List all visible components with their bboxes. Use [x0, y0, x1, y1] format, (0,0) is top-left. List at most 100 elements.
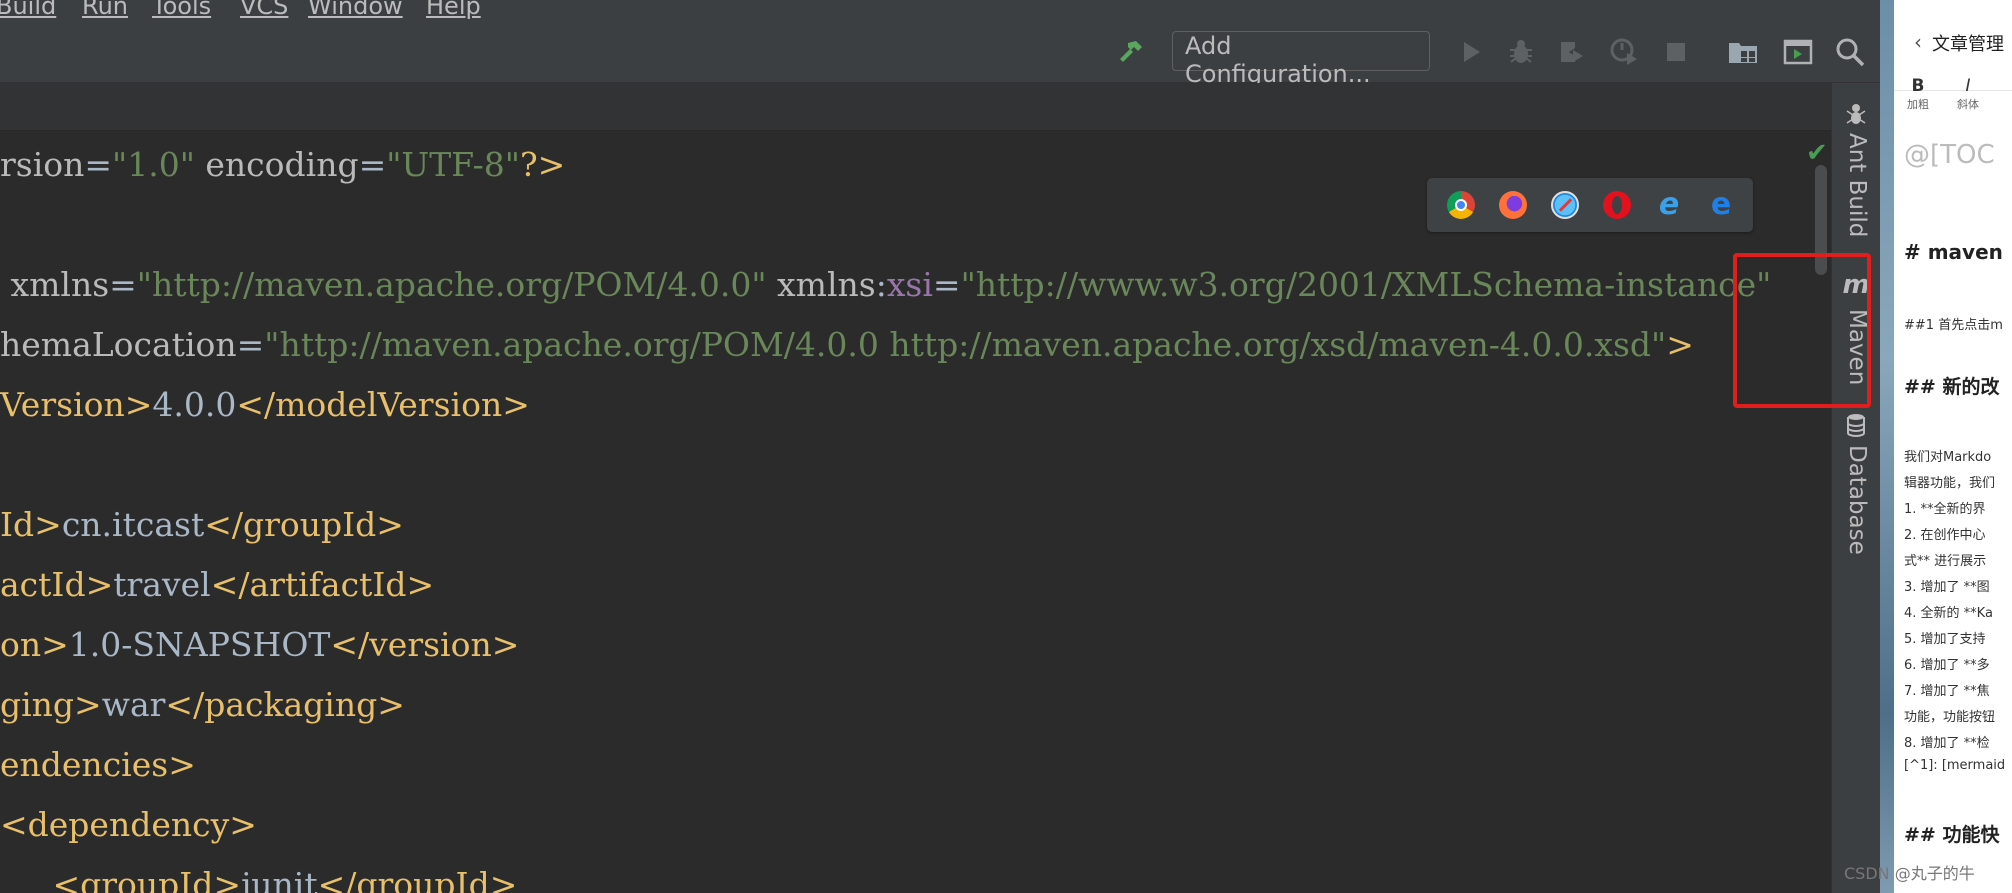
code-line: <groupId>junit</groupId> — [0, 865, 517, 893]
coverage-icon[interactable] — [1555, 36, 1587, 68]
code-token: xmlns — [0, 265, 110, 304]
code-line: xmlns="http://maven.apache.org/POM/4.0.0… — [0, 265, 1771, 305]
safari-icon[interactable] — [1551, 191, 1579, 219]
heading-1: # maven — [1904, 240, 2003, 264]
list-item: 5. 增加了支持 — [1904, 632, 1986, 647]
menu-run[interactable]: Run — [82, 0, 128, 20]
code-token: <groupId> — [0, 865, 242, 893]
code-token: travel — [113, 565, 211, 604]
menu-window[interactable]: Window — [308, 0, 403, 20]
database-icon — [1844, 413, 1868, 437]
list-item: 功能，功能按钮 — [1904, 710, 1996, 725]
search-icon[interactable] — [1834, 36, 1866, 68]
para-1: 我们对Markdo — [1904, 450, 1992, 465]
editor-tab-bar — [0, 83, 1831, 131]
inspection-ok-icon[interactable]: ✔ — [1806, 138, 1828, 168]
code-token: </version> — [330, 625, 520, 664]
code-token: war — [101, 685, 166, 724]
list-item: 4. 全新的 **Ka — [1904, 606, 1993, 621]
code-line: actId>travel</artifactId> — [0, 565, 434, 605]
ant-build-tool-button[interactable]: Ant Build — [1844, 133, 1870, 237]
build-hammer-icon[interactable] — [1115, 36, 1147, 68]
code-token: encoding — [194, 145, 359, 184]
opera-icon[interactable] — [1603, 191, 1631, 219]
list-item: 8. 增加了 **检 — [1904, 736, 1990, 751]
add-configuration-button[interactable]: Add Configuration... — [1172, 31, 1430, 88]
code-token: ging> — [0, 685, 102, 724]
code-line: rsion="1.0" encoding="UTF-8"?> — [0, 145, 565, 185]
run-icon[interactable] — [1455, 36, 1487, 68]
code-line: Version>4.0.0</modelVersion> — [0, 385, 530, 425]
right-tool-stripe: Ant Build m Maven Database — [1831, 83, 1880, 893]
code-token: </groupId> — [204, 505, 404, 544]
code-line: on>1.0-SNAPSHOT</version> — [0, 625, 519, 665]
code-token: Version> — [0, 385, 153, 424]
csdn-watermark: CSDN @丸子的牛 — [1844, 864, 1975, 883]
run-anything-icon[interactable] — [1782, 36, 1814, 68]
markdown-editor[interactable]: @[TOC # maven ##1 首先点击m ## 新的改 我们对Markdo… — [1894, 124, 2012, 893]
chrome-icon[interactable] — [1447, 191, 1475, 219]
debug-icon[interactable] — [1505, 36, 1537, 68]
csdn-editor-pane: ‹ 文章管理 B 加粗 I 斜体 @[TOC # maven ##1 首先点击m… — [1880, 0, 2012, 893]
bold-caption: 加粗 — [1907, 98, 1929, 111]
stop-icon[interactable] — [1660, 36, 1692, 68]
toc-line: @[TOC — [1904, 140, 1995, 170]
ie-icon[interactable]: e — [1655, 190, 1683, 220]
code-token: junit — [241, 865, 318, 893]
database-tool-button[interactable]: Database — [1844, 445, 1870, 555]
menu-help[interactable]: Help — [426, 0, 481, 20]
list-item: 式** 进行展示 — [1904, 554, 1987, 569]
code-editor[interactable]: rsion="1.0" encoding="UTF-8"?> xmlns="ht… — [0, 131, 1831, 893]
code-token: Id> — [0, 505, 62, 544]
code-token: : — [875, 265, 887, 304]
list-item: 2. 在创作中心 — [1904, 528, 1986, 543]
code-line: hemaLocation="http://maven.apache.org/PO… — [0, 325, 1694, 365]
code-token: "http://www.w3.org/2001/XMLSchema-instan… — [960, 265, 1772, 304]
code-token: = — [358, 145, 387, 184]
code-token: rsion — [0, 145, 85, 184]
profile-icon[interactable] — [1608, 36, 1640, 68]
code-token: </groupId> — [317, 865, 518, 893]
list-item: 6. 增加了 **多 — [1904, 658, 1990, 673]
code-token: "http://maven.apache.org/POM/4.0.0" — [136, 265, 767, 304]
code-token: xmlns — [766, 265, 876, 304]
code-token: xsi — [886, 265, 933, 304]
back-chevron-icon[interactable]: ‹ — [1914, 30, 1922, 54]
code-token: = — [109, 265, 137, 304]
edge-icon[interactable]: e — [1707, 190, 1735, 220]
ant-icon — [1844, 101, 1868, 125]
code-line: Id>cn.itcast</groupId> — [0, 505, 404, 545]
bold-button[interactable]: B 加粗 — [1898, 76, 1938, 112]
menu-vcs[interactable]: VCS — [240, 0, 288, 20]
code-token: = — [84, 145, 113, 184]
maven-highlight-annotation — [1733, 253, 1871, 408]
code-token: 4.0.0 — [152, 385, 237, 424]
menu-build[interactable]: Build — [0, 0, 56, 20]
heading-2: ## 新的改 — [1904, 376, 2000, 398]
firefox-icon[interactable] — [1499, 191, 1527, 219]
menu-bar: Build Run Tools VCS Window Help — [0, 0, 1880, 22]
para-2: 辑器功能，我们 — [1904, 476, 1996, 491]
menu-tools[interactable]: Tools — [152, 0, 211, 20]
italic-label: I — [1965, 76, 1971, 96]
code-token: endencies> — [0, 745, 196, 784]
code-token: = — [236, 325, 265, 364]
code-token: "1.0" — [112, 145, 195, 184]
list-item: 7. 增加了 **焦 — [1904, 684, 1990, 699]
code-line: <dependency> — [0, 805, 257, 845]
code-token: 1.0-SNAPSHOT — [68, 625, 331, 664]
article-manage-link[interactable]: 文章管理 — [1932, 30, 2004, 56]
subheading-1: ##1 首先点击m — [1904, 318, 2003, 333]
code-line: endencies> — [0, 745, 196, 785]
code-token: </packaging> — [165, 685, 405, 724]
italic-button[interactable]: I 斜体 — [1948, 76, 1988, 112]
code-token: </modelVersion> — [236, 385, 530, 424]
list-item: 1. **全新的界 — [1904, 502, 1986, 517]
code-token: cn.itcast — [61, 505, 205, 544]
code-token: ?> — [519, 145, 566, 184]
code-line: ging>war</packaging> — [0, 685, 405, 725]
bold-label: B — [1911, 76, 1925, 96]
open-in-browser-popup: e e — [1427, 178, 1753, 232]
desktop-wallpaper-strip — [1880, 0, 1894, 893]
project-structure-icon[interactable] — [1727, 36, 1759, 68]
